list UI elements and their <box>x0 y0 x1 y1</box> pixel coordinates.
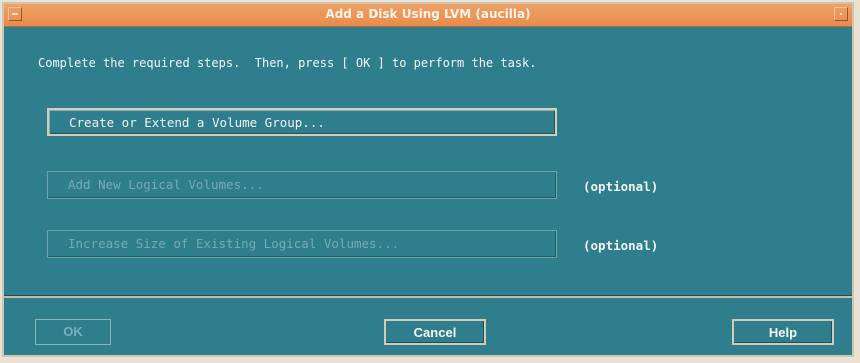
optional-label: (optional) <box>583 179 659 194</box>
separator <box>4 296 852 298</box>
window-title: Add a Disk Using LVM (aucilla) <box>325 7 531 21</box>
title-bar[interactable]: Add a Disk Using LVM (aucilla) <box>4 4 852 27</box>
minimize-icon[interactable] <box>834 7 848 21</box>
dialog-window: Add a Disk Using LVM (aucilla) Complete … <box>2 2 854 357</box>
help-button[interactable]: Help <box>732 319 834 345</box>
create-extend-volume-group-button[interactable]: Create or Extend a Volume Group... <box>47 108 557 136</box>
instructions-text: Complete the required steps. Then, press… <box>38 56 537 70</box>
increase-logical-volume-size-button: Increase Size of Existing Logical Volume… <box>47 230 557 258</box>
ok-button: OK <box>35 319 111 345</box>
add-logical-volumes-button: Add New Logical Volumes... <box>47 171 557 199</box>
optional-label: (optional) <box>583 238 659 253</box>
cancel-button[interactable]: Cancel <box>384 319 486 345</box>
